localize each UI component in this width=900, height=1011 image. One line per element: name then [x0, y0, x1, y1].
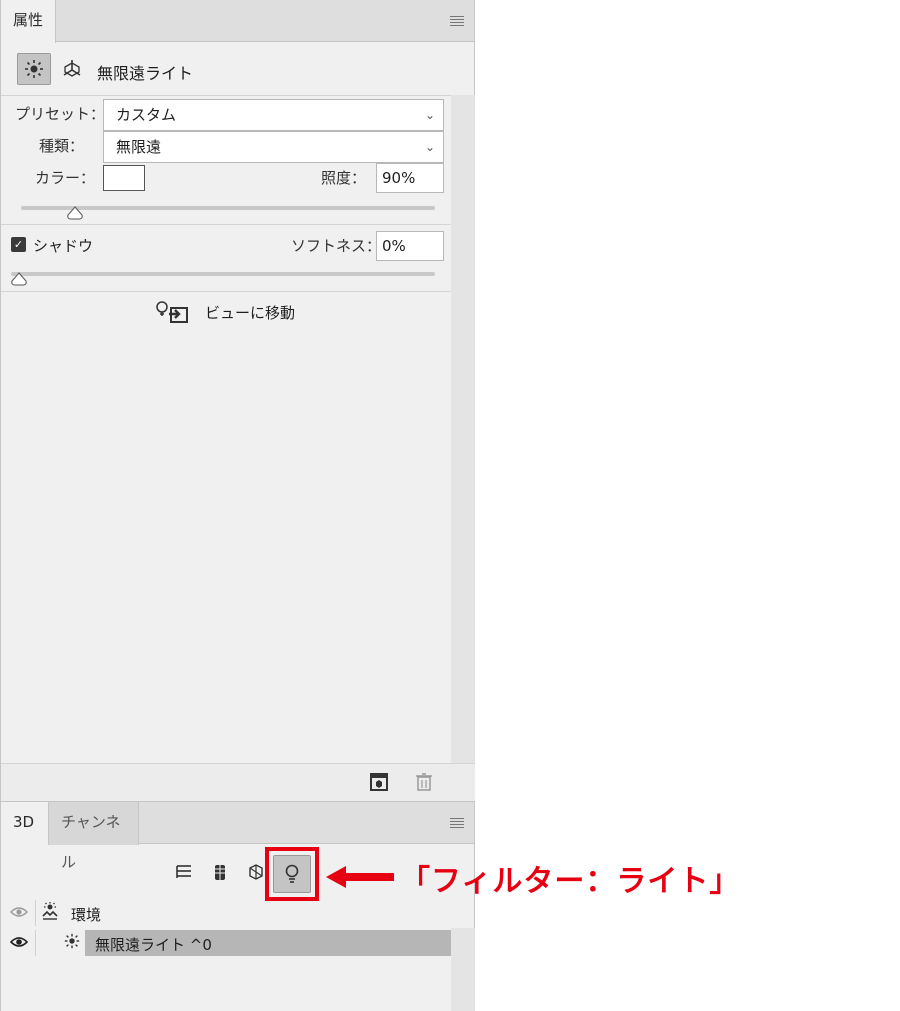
layer-name: 環境 [71, 906, 102, 924]
light-name-label: 無限遠ライト [97, 64, 194, 83]
infinite-light-type-button[interactable] [17, 53, 51, 85]
softness-slider-track[interactable] [11, 272, 435, 276]
annotation-highlight-box [265, 847, 319, 901]
scrollbar[interactable] [451, 95, 475, 763]
color-label: カラー： [35, 169, 96, 187]
type-label: 種類： [39, 137, 85, 155]
divider [35, 930, 36, 956]
tab-3d[interactable]: 3D [1, 802, 49, 845]
move-to-view-icon [156, 301, 188, 323]
preset-value: カスタム [116, 106, 177, 124]
type-value: 無限遠 [116, 138, 162, 156]
filter-meshes-icon[interactable] [209, 862, 231, 884]
softness-field[interactable]: 0% [376, 231, 444, 261]
environment-icon [41, 902, 59, 924]
softness-label: ソフトネス： [291, 237, 382, 255]
chevron-down-icon: ⌄ [424, 140, 435, 154]
type-dropdown[interactable]: 無限遠 ⌄ [103, 131, 444, 163]
panel-menu-icon[interactable] [450, 818, 464, 828]
tab-channels[interactable]: チャンネル [49, 802, 139, 871]
scrollbar[interactable] [451, 928, 475, 1011]
move-to-view-label: ビューに移動 [205, 304, 296, 322]
panel-menu-icon[interactable] [450, 16, 464, 26]
annotation-label: 「フィルター：ライト」 [400, 864, 741, 899]
3d-tabbar: 3D チャンネル [1, 802, 474, 871]
divider [35, 900, 36, 926]
divider [1, 95, 451, 96]
divider [1, 291, 451, 292]
layer-row-infinite-light[interactable]: 無限遠ライト ^0 [1, 930, 475, 956]
preset-dropdown[interactable]: カスタム ⌄ [103, 99, 444, 131]
infinite-light-icon [63, 932, 81, 954]
tab-properties[interactable]: 属性 [1, 0, 57, 43]
intensity-label: 照度： [321, 169, 367, 187]
coordinates-icon[interactable] [61, 58, 83, 83]
divider [1, 224, 451, 225]
layer-name: 無限遠ライト ^0 [95, 936, 212, 954]
chevron-down-icon: ⌄ [424, 108, 435, 122]
visibility-eye-icon[interactable] [10, 905, 28, 919]
shadow-checkbox[interactable]: ✓ [11, 237, 26, 252]
layer-row-environment[interactable]: 環境 [1, 900, 475, 926]
render-icon[interactable] [369, 772, 389, 792]
properties-panel: 属性 無限遠ライト プリセット： カスタム ⌄ 種類： 無限遠 ⌄ カラー： 照… [0, 0, 475, 801]
filter-materials-icon[interactable] [245, 862, 267, 884]
preset-label: プリセット： [15, 105, 106, 123]
intensity-field[interactable]: 90% [376, 163, 444, 193]
color-swatch[interactable] [103, 165, 145, 191]
properties-tabbar: 属性 [1, 0, 474, 43]
filter-whole-scene-icon[interactable] [173, 862, 195, 884]
sun-icon [25, 60, 43, 78]
properties-bottom-bar [1, 763, 475, 801]
shadow-label: シャドウ [33, 237, 94, 255]
annotation-arrow-icon [326, 866, 394, 888]
3d-panel: 3D チャンネル 環境 無限遠ライト ^0 [0, 801, 475, 1011]
visibility-eye-icon[interactable] [10, 935, 28, 949]
trash-icon[interactable] [414, 772, 434, 792]
